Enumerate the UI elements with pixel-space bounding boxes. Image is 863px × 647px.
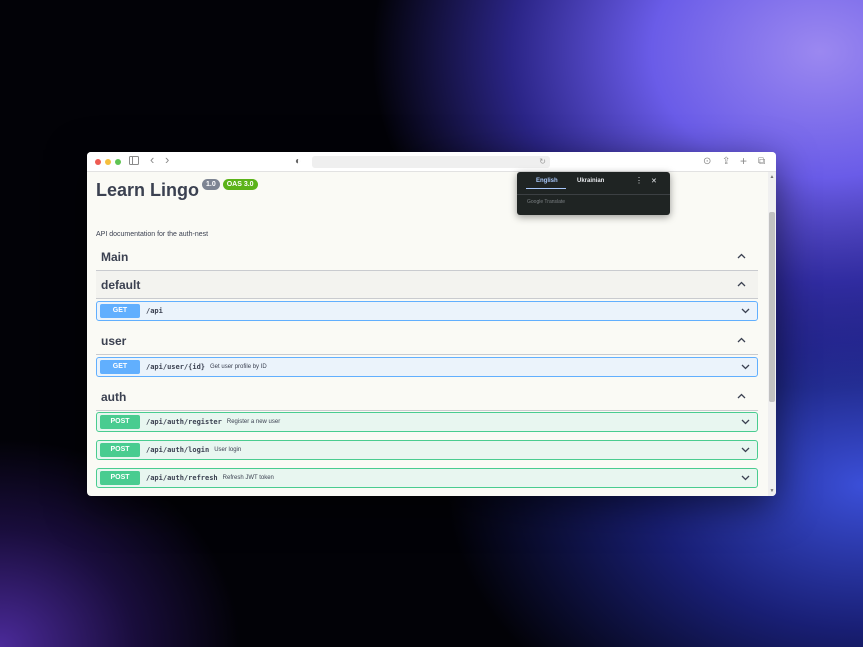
api-description: API documentation for the auth-nest [96,231,209,238]
section-main[interactable]: Main [96,243,758,271]
scroll-up-icon[interactable]: ▲ [768,174,776,180]
tabs-overview-icon[interactable]: ⧉ [758,156,765,168]
tab-english[interactable]: English [536,178,558,184]
operation-summary: Get user profile by ID [210,364,267,370]
oas-badge: OAS 3.0 [222,179,258,190]
page-title: Learn Lingo [96,180,199,200]
operation-get-user[interactable]: GET /api/user/{id} Get user profile by I… [96,357,758,377]
active-tab-indicator [526,188,566,189]
address-bar[interactable]: ↻ [312,156,550,168]
operation-path: /api/user/{id} [146,363,206,371]
section-title: Main [101,249,129,264]
more-options-icon[interactable]: ⋮ [635,176,643,185]
method-badge: GET [100,360,140,374]
chevron-up-icon[interactable] [737,335,746,346]
section-default[interactable]: default [96,271,758,299]
reload-icon[interactable]: ↻ [539,156,546,168]
close-window-button[interactable] [95,159,101,165]
translate-popup: English Ukrainian ⋮ ✕ Google Translate [517,172,670,215]
operation-path: /api/auth/register [146,418,222,426]
scrollbar-thumb[interactable] [769,212,775,402]
forward-icon[interactable]: › [165,153,169,166]
chevron-down-icon[interactable] [741,445,750,455]
window-controls [95,159,121,165]
divider [517,194,670,195]
operation-post-refresh[interactable]: POST /api/auth/refresh Refresh JWT token [96,468,758,488]
chevron-down-icon[interactable] [741,306,750,316]
new-tab-icon[interactable]: + [740,155,747,167]
operation-summary: User login [214,447,242,453]
operation-path: /api/auth/login [146,446,210,454]
method-badge: POST [100,443,140,457]
browser-toolbar: ‹ › ◐ ↻ ⊙ ⇪ + ⧉ [87,152,776,172]
section-title: default [101,277,141,292]
operation-summary: Refresh JWT token [222,475,274,481]
scroll-down-icon[interactable]: ▼ [768,488,776,494]
version-badge: 1.0 [202,179,220,190]
operation-path: /api/auth/refresh [146,474,218,482]
section-title: user [101,333,127,348]
chevron-up-icon[interactable] [737,391,746,402]
vertical-scrollbar[interactable]: ▲ ▼ [768,172,776,496]
download-icon[interactable]: ⊙ [703,156,711,168]
chevron-up-icon[interactable] [737,279,746,290]
section-title: auth [101,389,127,404]
browser-window: ‹ › ◐ ↻ ⊙ ⇪ + ⧉ Learn Lingo 1.0 OAS 3.0 … [87,152,776,496]
method-badge: GET [100,304,140,318]
chevron-down-icon[interactable] [741,362,750,372]
chevron-up-icon[interactable] [737,251,746,262]
back-icon[interactable]: ‹ [150,153,154,166]
sidebar-icon[interactable] [129,156,139,169]
chevron-down-icon[interactable] [741,417,750,427]
method-badge: POST [100,415,140,429]
chevron-down-icon[interactable] [741,473,750,483]
operation-get-api[interactable]: GET /api [96,301,758,321]
method-badge: POST [100,471,140,485]
page-header: Learn Lingo 1.0 OAS 3.0 [96,178,258,202]
section-user[interactable]: user [96,327,758,355]
operation-summary: Register a new user [226,419,281,425]
google-translate-label: Google Translate [527,199,566,205]
close-icon[interactable]: ✕ [651,177,657,185]
operation-post-register[interactable]: POST /api/auth/register Register a new u… [96,412,758,432]
minimize-window-button[interactable] [105,159,111,165]
tab-ukrainian[interactable]: Ukrainian [577,178,604,184]
operation-path: /api [146,307,163,315]
maximize-window-button[interactable] [115,159,121,165]
swagger-page: Learn Lingo 1.0 OAS 3.0 API documentatio… [96,172,758,496]
operation-post-login[interactable]: POST /api/auth/login User login [96,440,758,460]
shield-icon[interactable]: ◐ [295,156,301,168]
section-auth[interactable]: auth [96,383,758,411]
share-icon[interactable]: ⇪ [722,156,730,168]
